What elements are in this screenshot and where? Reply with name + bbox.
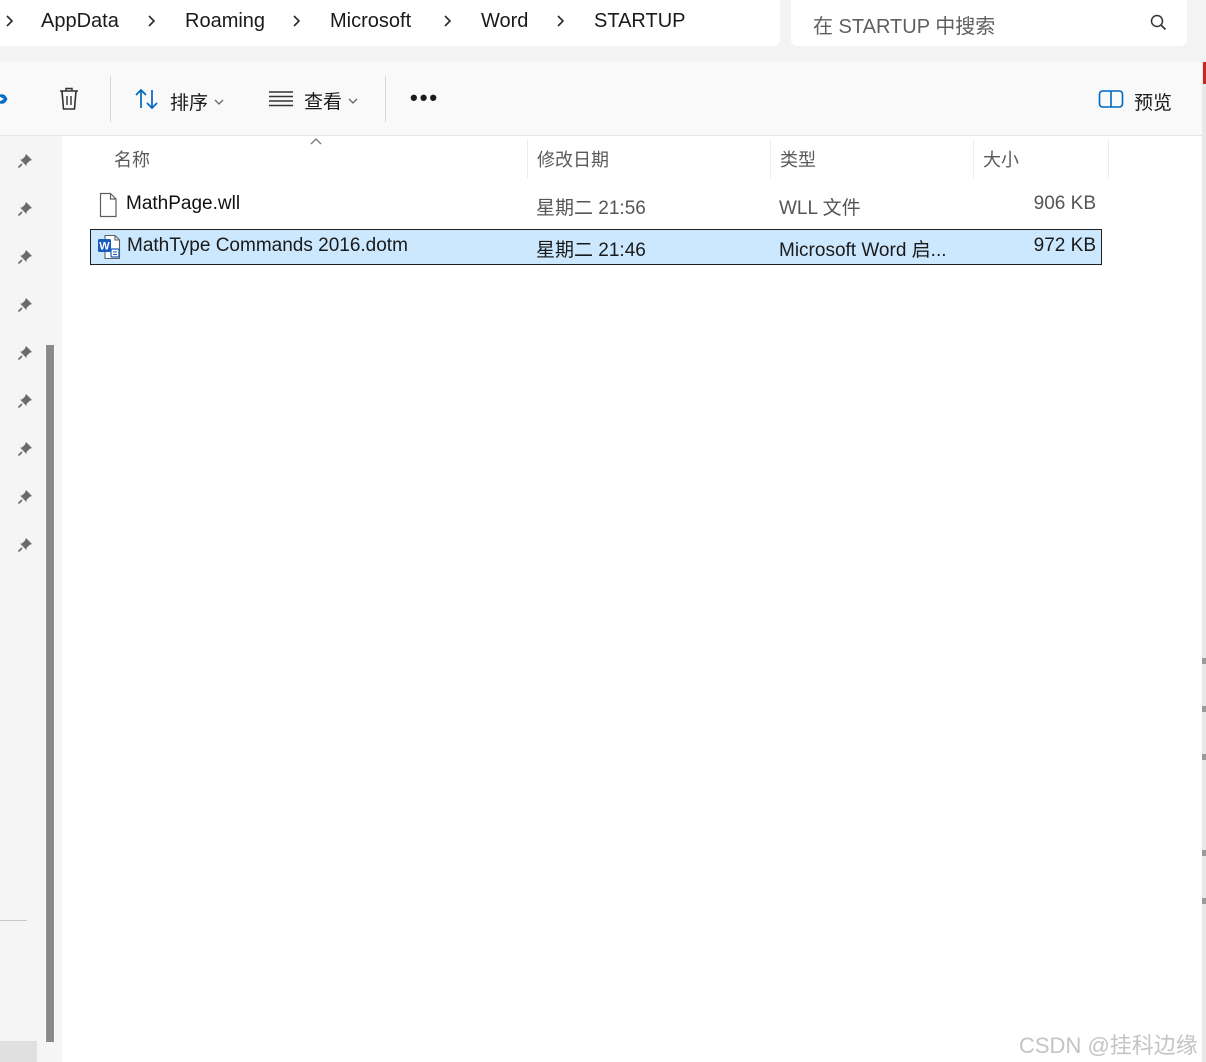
column-header-size[interactable]: 大小 — [983, 146, 1019, 172]
window-edge-tick — [1202, 850, 1206, 856]
nav-divider — [0, 920, 27, 921]
nav-item-highlight[interactable] — [0, 1041, 37, 1062]
toolbar-divider — [110, 76, 111, 122]
chevron-down-icon — [348, 92, 358, 110]
file-list: 名称 修改日期 类型 大小 MathPage.wll 星期二 21:56 WLL… — [62, 136, 1202, 1062]
breadcrumb-chevron-icon[interactable] — [555, 9, 567, 33]
breadcrumb-item-appdata[interactable]: AppData — [41, 10, 119, 33]
pin-icon[interactable] — [17, 153, 33, 169]
watermark: CSDN @挂科边缘 — [1019, 1033, 1198, 1058]
column-separator[interactable] — [527, 140, 528, 178]
svg-text:W: W — [99, 241, 110, 253]
preview-pane-button[interactable]: 预览 — [1098, 88, 1172, 115]
nav-scrollbar-thumb[interactable] — [46, 345, 54, 1042]
breadcrumb-item-microsoft[interactable]: Microsoft — [330, 10, 411, 33]
column-header-name[interactable]: 名称 — [114, 146, 150, 172]
view-list-icon — [268, 87, 294, 114]
sort-ascending-icon — [309, 134, 323, 152]
pin-icon[interactable] — [17, 297, 33, 313]
search-icon[interactable] — [1149, 13, 1169, 38]
address-bar[interactable]: AppData Roaming Microsoft Word STARTUP — [0, 0, 780, 46]
sort-button[interactable]: 排序 — [134, 87, 224, 116]
command-bar: 排序 查看 ••• 预览 — [0, 62, 1206, 136]
column-separator[interactable] — [1108, 140, 1109, 178]
breadcrumb-item-word[interactable]: Word — [481, 10, 528, 33]
file-explorer-window: AppData Roaming Microsoft Word STARTUP 在… — [0, 0, 1206, 1062]
breadcrumb-item-startup[interactable]: STARTUP — [594, 10, 686, 33]
breadcrumb-item-roaming[interactable]: Roaming — [185, 10, 265, 33]
chevron-down-icon — [214, 93, 224, 111]
preview-pane-icon — [1098, 89, 1124, 114]
view-label: 查看 — [304, 92, 343, 113]
generic-file-icon — [98, 192, 118, 223]
navigation-pane — [0, 136, 62, 1062]
window-edge-tick — [1202, 898, 1206, 904]
share-icon[interactable] — [0, 86, 12, 112]
column-separator[interactable] — [770, 140, 771, 178]
breadcrumb-chevron-icon[interactable] — [4, 9, 16, 33]
breadcrumb-chevron-icon[interactable] — [291, 9, 303, 33]
file-type: Microsoft Word 启... — [779, 240, 947, 261]
pin-icon[interactable] — [17, 537, 33, 553]
search-box[interactable]: 在 STARTUP 中搜索 — [791, 0, 1187, 46]
more-options-button[interactable]: ••• — [410, 87, 439, 109]
file-type: WLL 文件 — [779, 198, 861, 219]
search-input[interactable]: 在 STARTUP 中搜索 — [813, 10, 995, 39]
file-modified-date: 星期二 21:56 — [536, 198, 646, 219]
breadcrumb-chevron-icon[interactable] — [146, 9, 158, 33]
pin-icon[interactable] — [17, 345, 33, 361]
breadcrumb-chevron-icon[interactable] — [442, 9, 454, 33]
window-edge-tick — [1202, 754, 1206, 760]
file-size: 972 KB — [1033, 235, 1096, 256]
pin-icon[interactable] — [17, 201, 33, 217]
sort-arrows-icon — [134, 87, 160, 116]
window-edge-tick — [1202, 706, 1206, 712]
pin-icon[interactable] — [17, 393, 33, 409]
window-edge — [1202, 62, 1206, 1062]
toolbar-divider — [385, 76, 386, 122]
window-edge-tick — [1202, 658, 1206, 664]
file-name: MathType Commands 2016.dotm — [127, 235, 408, 256]
file-modified-date: 星期二 21:46 — [536, 240, 646, 261]
view-button[interactable]: 查看 — [268, 87, 358, 114]
pin-icon[interactable] — [17, 489, 33, 505]
trash-icon — [57, 86, 81, 117]
sort-label: 排序 — [170, 93, 209, 114]
file-size: 906 KB — [1033, 193, 1096, 214]
file-row-selected[interactable]: W MathType Commands 2016.dotm 星期二 21:46 … — [90, 229, 1102, 265]
address-bar-row: AppData Roaming Microsoft Word STARTUP 在… — [0, 0, 1206, 62]
column-header-date[interactable]: 修改日期 — [537, 146, 609, 172]
file-row[interactable]: MathPage.wll 星期二 21:56 WLL 文件 906 KB — [90, 187, 1102, 223]
pin-icon[interactable] — [17, 249, 33, 265]
delete-button[interactable] — [57, 86, 81, 117]
file-name: MathPage.wll — [126, 193, 241, 214]
column-separator[interactable] — [973, 140, 974, 178]
column-header-type[interactable]: 类型 — [780, 146, 816, 172]
word-document-icon: W — [97, 234, 121, 265]
pin-icon[interactable] — [17, 441, 33, 457]
preview-label: 预览 — [1134, 93, 1173, 114]
